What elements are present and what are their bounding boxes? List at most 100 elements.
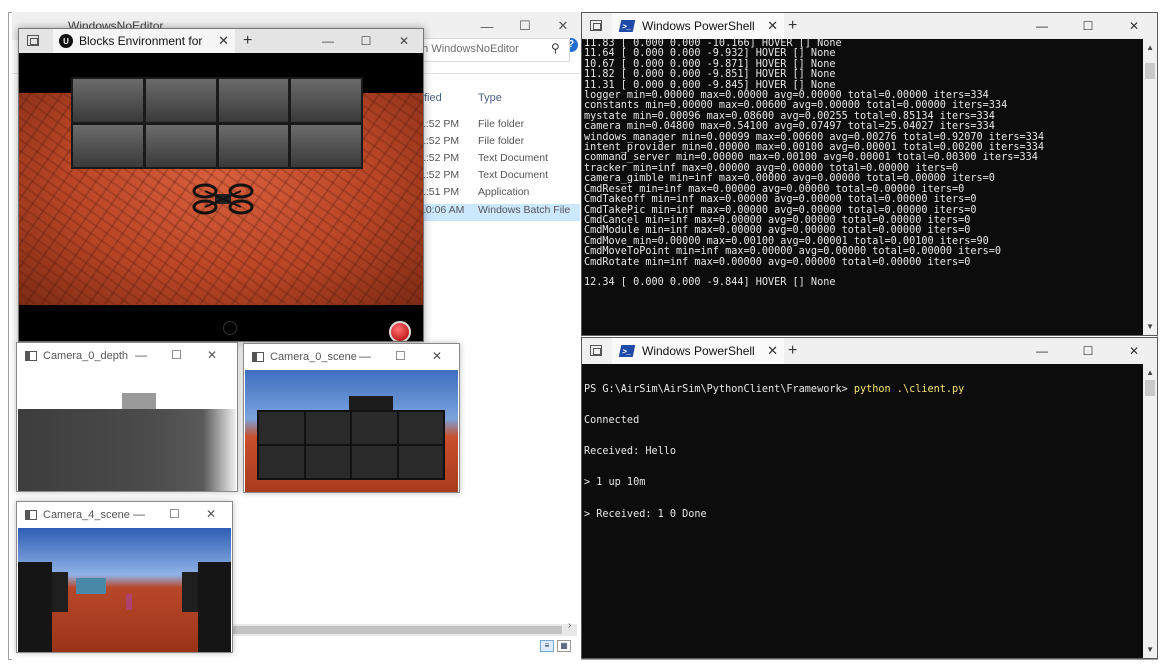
tab-powershell[interactable]: >_ Windows PowerShell ✕	[612, 13, 784, 39]
scroll-down-icon[interactable]: ▼	[1146, 322, 1154, 331]
close-tab-icon[interactable]: ✕	[767, 18, 778, 34]
large-icons-view-icon[interactable]: ▦	[557, 640, 571, 652]
scene-image	[245, 370, 458, 492]
tab-list-icon[interactable]	[27, 35, 39, 46]
file-row[interactable]: 1:52 PM Text Document	[420, 152, 580, 169]
blocks-titlebar: U Blocks Environment for ✕ + — ☐ ✕	[19, 29, 423, 53]
details-view-icon[interactable]: ≡	[540, 640, 554, 652]
camera-title: Camera_0_depth	[43, 350, 129, 362]
powershell-bottom-window: >_ Windows PowerShell ✕ + — ☐ ✕ PS G:\Ai…	[581, 337, 1158, 659]
tab-powershell[interactable]: >_ Windows PowerShell ✕	[612, 338, 784, 364]
file-type: Application	[478, 186, 530, 198]
blocks-window-controls: — ☐ ✕	[309, 29, 423, 53]
close-button[interactable]: ✕	[206, 507, 216, 521]
camera-0-depth-window: Camera_0_depth — ☐ ✕	[16, 342, 238, 492]
new-tab-icon[interactable]: +	[788, 342, 797, 360]
terminal-scrollbar[interactable]: ▲ ▼	[1143, 39, 1157, 335]
minimize-button[interactable]: —	[468, 12, 506, 40]
explorer-view-toggles: ≡ ▦	[540, 640, 571, 652]
terminal-prompt-line: PS G:\AirSim\AirSim\PythonClient\Framewo…	[584, 383, 1143, 395]
camera-title: Camera_0_scene	[270, 351, 357, 363]
camera-4-scene-window: Camera_4_scene — ☐ ✕	[16, 501, 233, 653]
powershell-icon: >_	[618, 20, 636, 32]
scroll-thumb[interactable]	[1145, 63, 1155, 79]
minimize-button[interactable]: —	[309, 29, 347, 53]
file-row[interactable]: 1:52 PM Text Document	[420, 169, 580, 186]
window-app-icon	[25, 510, 37, 520]
camera-title: Camera_4_scene	[43, 509, 130, 521]
new-tab-icon[interactable]: +	[243, 32, 252, 50]
depth-image	[18, 369, 236, 491]
maximize-button[interactable]: ☐	[395, 349, 406, 363]
terminal-line: CmdMoveToPoint min=inf max=0.00000 avg=0…	[584, 246, 1002, 258]
file-row[interactable]: 1:52 PM File folder	[420, 135, 580, 152]
tab-list-icon[interactable]	[590, 345, 602, 356]
minimize-button[interactable]: —	[1019, 338, 1065, 364]
viewport-bottom-band	[19, 305, 423, 341]
file-modified: 10:06 AM	[420, 204, 465, 216]
minimize-button[interactable]: —	[359, 349, 371, 363]
minimize-button[interactable]: —	[133, 507, 145, 521]
terminal-line: Connected	[584, 415, 640, 427]
powershell-window-controls: — ☐ ✕	[1019, 338, 1157, 364]
file-modified: 1:52 PM	[420, 135, 460, 147]
close-button[interactable]: ✕	[432, 349, 442, 363]
file-row[interactable]: 1:51 PM Application	[420, 186, 580, 203]
powershell-titlebar: >_ Windows PowerShell ✕ + — ☐ ✕	[582, 338, 1157, 364]
file-type: File folder	[478, 135, 525, 147]
prompt-text: PS G:\AirSim\AirSim\PythonClient\Framewo…	[584, 383, 854, 395]
scroll-up-icon[interactable]: ▲	[1146, 368, 1154, 377]
minimize-button[interactable]: —	[1019, 13, 1065, 39]
powershell-titlebar: >_ Windows PowerShell ✕ + — ☐ ✕	[582, 13, 1157, 39]
tab-title: Blocks Environment for	[79, 34, 203, 48]
minimize-button[interactable]: —	[135, 348, 147, 362]
file-row[interactable]: 1:52 PM File folder	[420, 118, 580, 135]
tab-blocks-environment[interactable]: U Blocks Environment for ✕	[53, 29, 235, 53]
camera-titlebar: Camera_0_scene — ☐ ✕	[244, 344, 459, 370]
search-icon[interactable]: ⚲	[551, 41, 560, 55]
terminal-line: > 1 up 10m	[584, 477, 646, 489]
terminal-line: 12.34 [ 0.000 0.000 -9.844] HOVER [] Non…	[584, 277, 836, 289]
scroll-up-icon[interactable]: ▲	[1146, 43, 1154, 52]
block-wall	[71, 77, 363, 169]
file-type: Text Document	[478, 169, 549, 181]
terminal-scrollbar[interactable]: ▲ ▼	[1143, 364, 1157, 658]
maximize-button[interactable]: ☐	[169, 507, 180, 521]
close-tab-icon[interactable]: ✕	[218, 33, 229, 49]
terminal-output[interactable]: PS G:\AirSim\AirSim\PythonClient\Framewo…	[584, 364, 1143, 658]
terminal-output[interactable]: 11.83 [ 0.000 0.000 -10.166] HOVER [] No…	[584, 39, 1143, 335]
close-button[interactable]: ✕	[385, 29, 423, 53]
file-row-selected[interactable]: 10:06 AM Windows Batch File	[420, 204, 580, 221]
camera-titlebar: Camera_0_depth — ☐ ✕	[17, 343, 237, 369]
camera-titlebar: Camera_4_scene — ☐ ✕	[17, 502, 232, 528]
blocks-environment-window: U Blocks Environment for ✕ + — ☐ ✕	[18, 28, 424, 342]
maximize-button[interactable]: ☐	[1065, 13, 1111, 39]
close-button[interactable]: ✕	[207, 348, 217, 362]
explorer-scroll-thumb[interactable]	[232, 626, 562, 634]
scroll-right-icon[interactable]: ›	[568, 620, 571, 631]
close-tab-icon[interactable]: ✕	[767, 343, 778, 359]
scene-image	[18, 528, 231, 652]
file-type: Text Document	[478, 152, 549, 164]
scroll-down-icon[interactable]: ▼	[1146, 645, 1154, 654]
scroll-thumb[interactable]	[1145, 380, 1155, 396]
column-header-modified[interactable]: fied	[424, 92, 442, 104]
file-modified: 1:52 PM	[420, 118, 460, 130]
new-tab-icon[interactable]: +	[788, 17, 797, 35]
explorer-window-controls: — ☐ ✕	[468, 12, 582, 40]
close-button[interactable]: ✕	[1111, 338, 1157, 364]
maximize-button[interactable]: ☐	[1065, 338, 1111, 364]
record-button[interactable]	[389, 321, 411, 341]
maximize-button[interactable]: ☐	[347, 29, 385, 53]
close-button[interactable]: ✕	[544, 12, 582, 40]
close-button[interactable]: ✕	[1111, 13, 1157, 39]
column-header-type[interactable]: Type	[478, 92, 502, 104]
maximize-button[interactable]: ☐	[506, 12, 544, 40]
terminal-line: CmdTakeoff min=inf max=0.00000 avg=0.000…	[584, 194, 977, 206]
simulation-viewport[interactable]	[19, 53, 423, 341]
powershell-window-controls: — ☐ ✕	[1019, 13, 1157, 39]
file-modified: 1:52 PM	[420, 152, 460, 164]
tab-list-icon[interactable]	[590, 20, 602, 31]
maximize-button[interactable]: ☐	[171, 348, 182, 362]
search-input[interactable]: rch WindowsNoEditor	[406, 38, 570, 62]
